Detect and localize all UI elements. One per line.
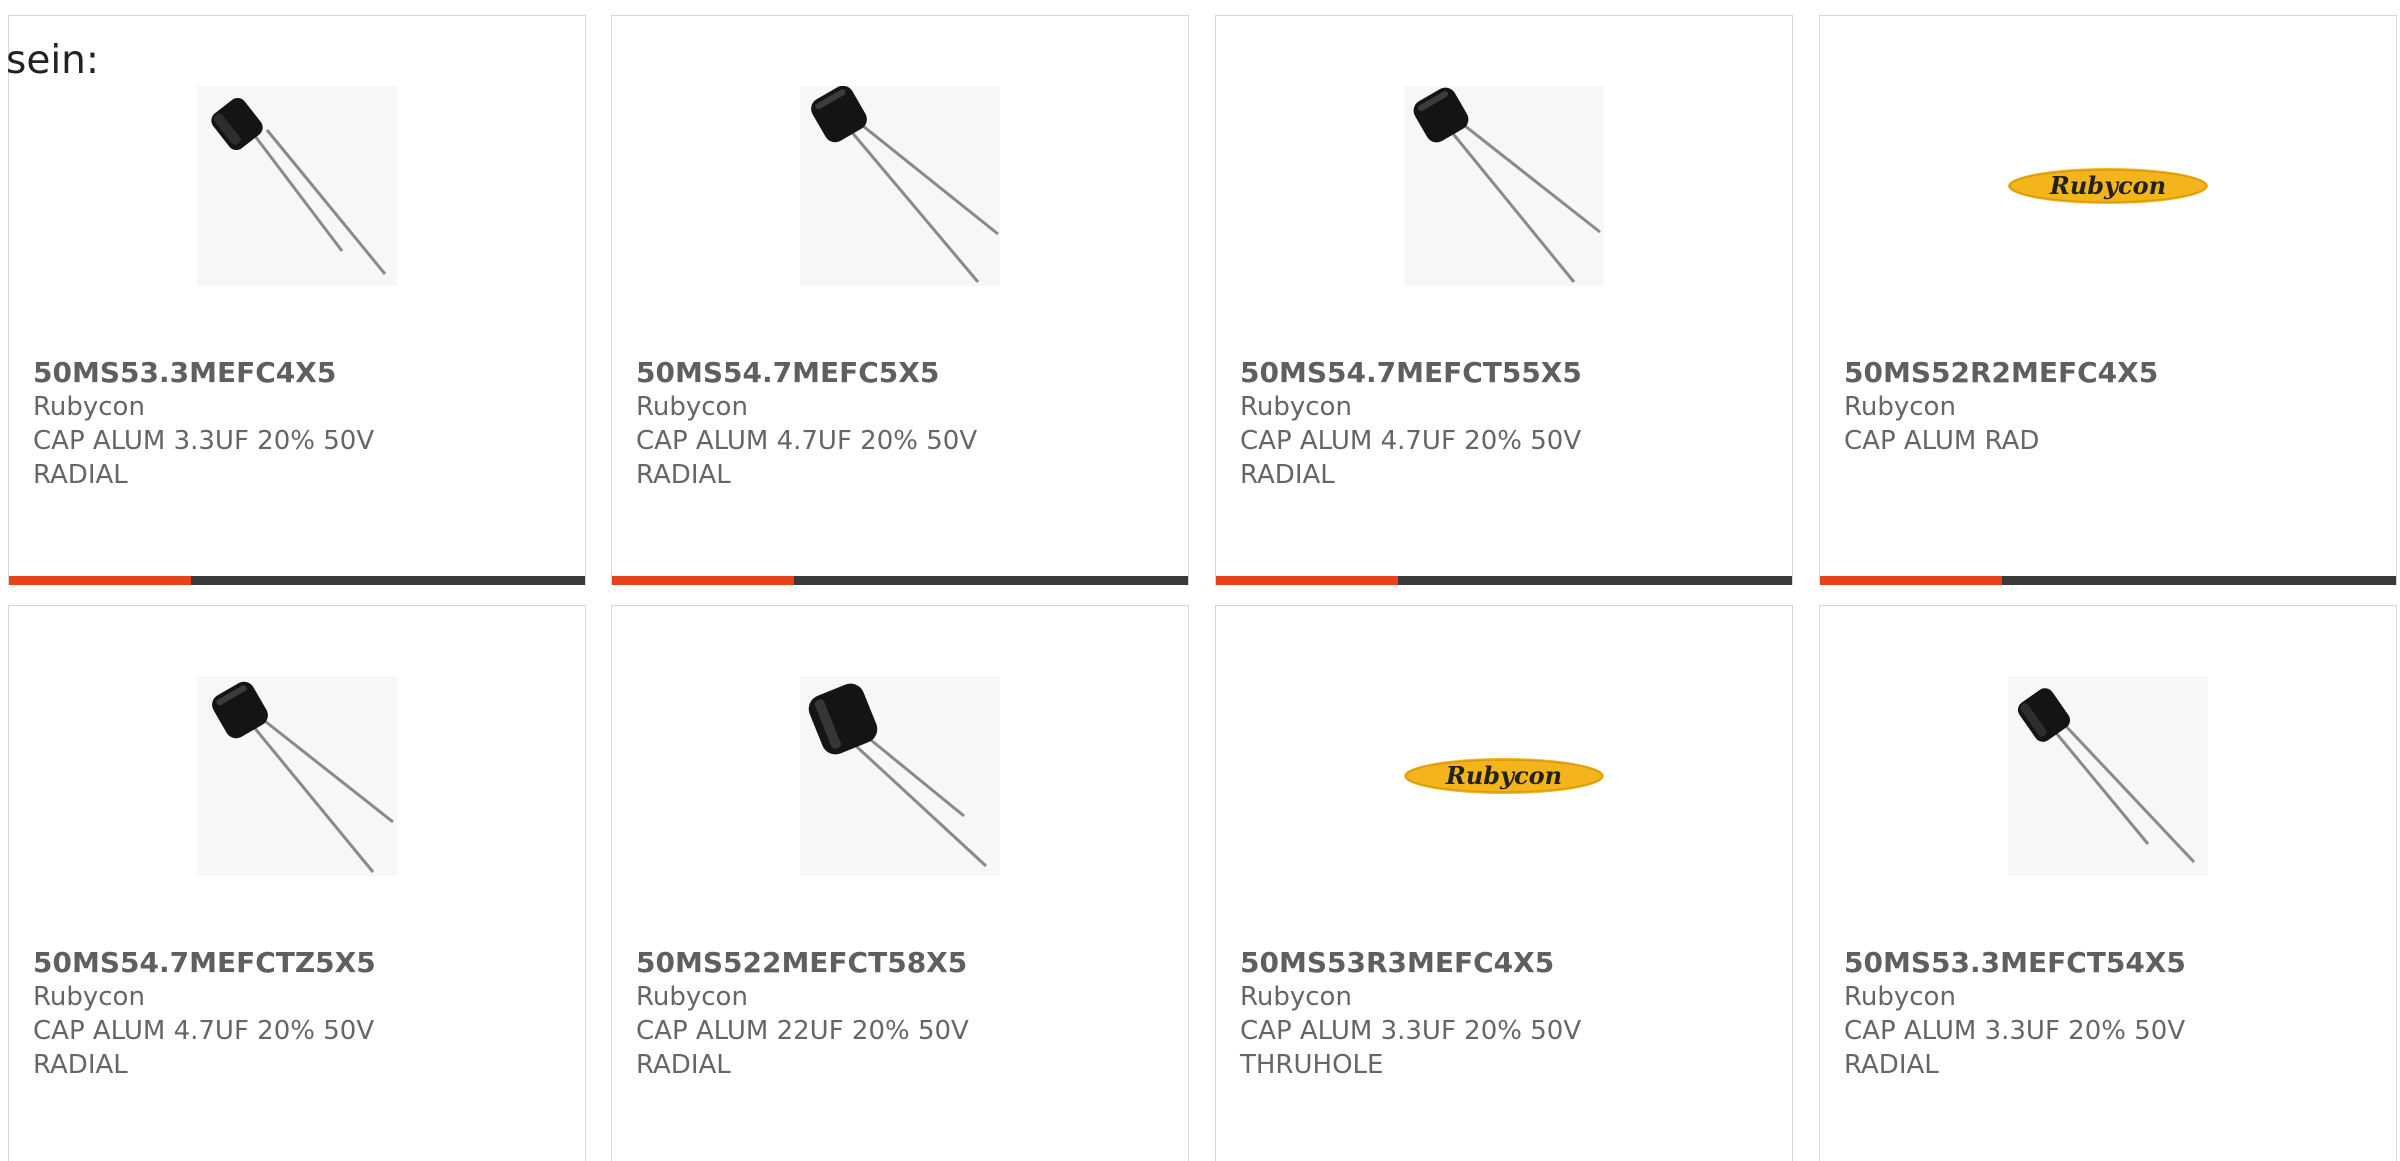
part-number[interactable]: 50MS53.3MEFC4X5 bbox=[33, 356, 567, 390]
description: CAP ALUM 4.7UF 20% 50V bbox=[636, 426, 978, 456]
product-card[interactable]: 50MS54.7MEFCT55X5 Rubycon CAP ALUM 4.7UF… bbox=[1215, 15, 1793, 585]
capacitor-photo-icon bbox=[211, 97, 387, 275]
product-info: 50MS53R3MEFC4X5 Rubycon CAP ALUM 3.3UF 2… bbox=[1240, 946, 1774, 1082]
part-number[interactable]: 50MS53R3MEFC4X5 bbox=[1240, 946, 1774, 980]
product-image: Rubycon bbox=[2008, 86, 2208, 286]
rubycon-logo-icon: Rubycon bbox=[1404, 758, 1604, 794]
manufacturer: Rubycon bbox=[636, 392, 748, 422]
package-type: RADIAL bbox=[1844, 1050, 1939, 1080]
manufacturer: Rubycon bbox=[33, 392, 145, 422]
product-info: 50MS52R2MEFC4X5 Rubycon CAP ALUM RAD bbox=[1844, 356, 2378, 458]
product-image bbox=[197, 86, 397, 286]
product-grid-page: sein: 50MS53.3MEFC4X5 Rubycon CAP ALUM 3… bbox=[0, 0, 2400, 1161]
card-accent-fill bbox=[9, 576, 191, 585]
product-info: 50MS53.3MEFCT54X5 Rubycon CAP ALUM 3.3UF… bbox=[1844, 946, 2378, 1082]
card-accent-bar bbox=[9, 576, 585, 585]
description: CAP ALUM 3.3UF 20% 50V bbox=[1240, 1016, 1582, 1046]
capacitor-photo-icon bbox=[811, 86, 999, 283]
package-type: RADIAL bbox=[636, 460, 731, 490]
part-number[interactable]: 50MS53.3MEFCT54X5 bbox=[1844, 946, 2378, 980]
rubycon-logo-icon: Rubycon bbox=[2008, 168, 2208, 204]
manufacturer: Rubycon bbox=[1844, 982, 1956, 1012]
package-type: RADIAL bbox=[1240, 460, 1335, 490]
manufacturer: Rubycon bbox=[1240, 982, 1352, 1012]
card-accent-fill bbox=[612, 576, 794, 585]
product-image bbox=[197, 676, 397, 876]
description: CAP ALUM 22UF 20% 50V bbox=[636, 1016, 969, 1046]
product-card[interactable]: 50MS522MEFCT58X5 Rubycon CAP ALUM 22UF 2… bbox=[611, 605, 1189, 1161]
part-number[interactable]: 50MS52R2MEFC4X5 bbox=[1844, 356, 2378, 390]
part-number[interactable]: 50MS522MEFCT58X5 bbox=[636, 946, 1170, 980]
package-type: RADIAL bbox=[33, 460, 128, 490]
card-accent-fill bbox=[1820, 576, 2002, 585]
product-card[interactable]: Rubycon 50MS53R3MEFC4X5 Rubycon CAP ALUM… bbox=[1215, 605, 1793, 1161]
capacitor-photo-icon bbox=[808, 683, 988, 868]
product-card[interactable]: 50MS54.7MEFCTZ5X5 Rubycon CAP ALUM 4.7UF… bbox=[8, 605, 586, 1161]
product-image bbox=[800, 86, 1000, 286]
manufacturer: Rubycon bbox=[33, 982, 145, 1012]
manufacturer: Rubycon bbox=[1844, 392, 1956, 422]
capacitor-photo-icon bbox=[212, 681, 394, 873]
part-number[interactable]: 50MS54.7MEFC5X5 bbox=[636, 356, 1170, 390]
capacitor-photo-icon bbox=[1413, 87, 1601, 283]
part-number[interactable]: 50MS54.7MEFCTZ5X5 bbox=[33, 946, 567, 980]
description: CAP ALUM 4.7UF 20% 50V bbox=[33, 1016, 375, 1046]
product-info: 50MS53.3MEFC4X5 Rubycon CAP ALUM 3.3UF 2… bbox=[33, 356, 567, 492]
product-card[interactable]: 50MS53.3MEFCT54X5 Rubycon CAP ALUM 3.3UF… bbox=[1819, 605, 2397, 1161]
part-number[interactable]: 50MS54.7MEFCT55X5 bbox=[1240, 356, 1774, 390]
package-type: RADIAL bbox=[636, 1050, 731, 1080]
description: CAP ALUM 4.7UF 20% 50V bbox=[1240, 426, 1582, 456]
product-info: 50MS54.7MEFC5X5 Rubycon CAP ALUM 4.7UF 2… bbox=[636, 356, 1170, 492]
package-type: THRUHOLE bbox=[1240, 1050, 1384, 1080]
capacitor-photo-icon bbox=[2017, 688, 2196, 864]
card-accent-bar bbox=[1820, 576, 2396, 585]
product-card[interactable]: 50MS54.7MEFC5X5 Rubycon CAP ALUM 4.7UF 2… bbox=[611, 15, 1189, 585]
product-image bbox=[800, 676, 1000, 876]
product-image bbox=[2008, 676, 2208, 876]
package-type: RADIAL bbox=[33, 1050, 128, 1080]
svg-text:Rubycon: Rubycon bbox=[2049, 171, 2166, 200]
description: CAP ALUM 3.3UF 20% 50V bbox=[33, 426, 375, 456]
description: CAP ALUM 3.3UF 20% 50V bbox=[1844, 1016, 2186, 1046]
product-info: 50MS522MEFCT58X5 Rubycon CAP ALUM 22UF 2… bbox=[636, 946, 1170, 1082]
description: CAP ALUM RAD bbox=[1844, 426, 2040, 456]
card-accent-fill bbox=[1216, 576, 1398, 585]
product-info: 50MS54.7MEFCTZ5X5 Rubycon CAP ALUM 4.7UF… bbox=[33, 946, 567, 1082]
manufacturer: Rubycon bbox=[1240, 392, 1352, 422]
svg-text:Rubycon: Rubycon bbox=[1445, 761, 1562, 790]
product-image bbox=[1404, 86, 1604, 286]
card-accent-bar bbox=[612, 576, 1188, 585]
product-image: Rubycon bbox=[1404, 676, 1604, 876]
product-info: 50MS54.7MEFCT55X5 Rubycon CAP ALUM 4.7UF… bbox=[1240, 356, 1774, 492]
card-accent-bar bbox=[1216, 576, 1792, 585]
manufacturer: Rubycon bbox=[636, 982, 748, 1012]
product-card[interactable]: 50MS53.3MEFC4X5 Rubycon CAP ALUM 3.3UF 2… bbox=[8, 15, 586, 585]
section-heading: sein: bbox=[6, 38, 100, 83]
product-card[interactable]: Rubycon 50MS52R2MEFC4X5 Rubycon CAP ALUM… bbox=[1819, 15, 2397, 585]
